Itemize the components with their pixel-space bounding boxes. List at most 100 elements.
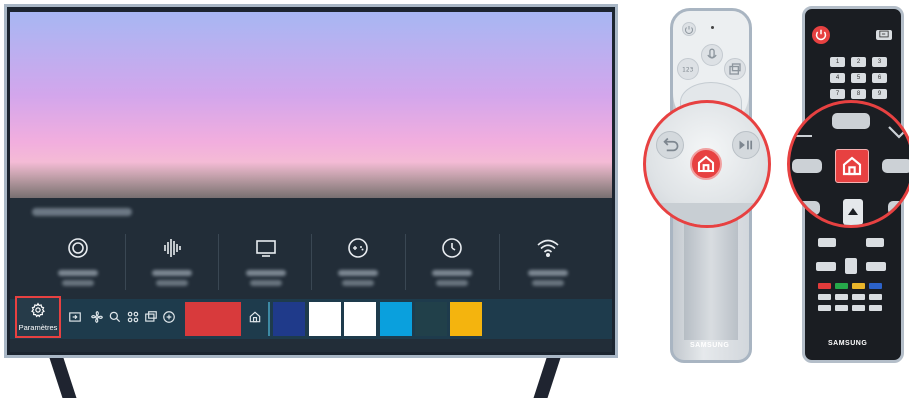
quick-setting-sleep-timer[interactable] <box>406 228 498 304</box>
quick-setting-label <box>338 270 378 276</box>
number-key[interactable]: 2 <box>851 57 866 67</box>
smart-remote-zoom <box>643 100 771 228</box>
number-key[interactable]: 7 <box>830 89 845 99</box>
home-button[interactable] <box>835 149 869 183</box>
display-icon <box>254 236 278 260</box>
app-tile[interactable] <box>185 302 241 336</box>
quick-settings-title <box>32 208 132 216</box>
smart-remote-lower <box>684 220 738 340</box>
settings-button[interactable]: Paramètres <box>15 296 61 338</box>
green-button[interactable] <box>835 283 848 289</box>
blue-button[interactable] <box>869 283 882 289</box>
home-bar-divider <box>268 302 270 336</box>
app-tile[interactable] <box>273 302 305 336</box>
chevron-down-icon[interactable] <box>886 123 909 141</box>
power-button[interactable] <box>682 22 696 36</box>
app-tile[interactable] <box>344 302 376 336</box>
red-button[interactable] <box>818 283 831 289</box>
search-icon[interactable] <box>108 310 122 324</box>
down-arrow-button[interactable] <box>845 258 857 274</box>
quick-setting-label <box>528 270 568 276</box>
yellow-button[interactable] <box>852 283 865 289</box>
number-key[interactable]: 9 <box>872 89 887 99</box>
rewind-button[interactable] <box>818 305 831 311</box>
media-key[interactable] <box>818 294 831 300</box>
quick-setting-game-mode[interactable] <box>312 228 404 304</box>
wifi-icon <box>536 236 560 260</box>
small-key[interactable] <box>866 262 886 271</box>
number-key[interactable]: 4 <box>830 73 845 83</box>
quick-setting-value <box>250 280 282 286</box>
quick-setting-label <box>152 270 192 276</box>
quick-setting-value <box>436 280 468 286</box>
media-key[interactable] <box>835 294 848 300</box>
zoom-key[interactable] <box>798 201 820 215</box>
tv-stand-left-leg <box>49 358 77 398</box>
play-button[interactable] <box>835 305 848 311</box>
app-tile[interactable] <box>309 302 341 336</box>
pause-button[interactable] <box>852 305 865 311</box>
divider <box>218 234 219 290</box>
picture-mode-icon <box>66 236 90 260</box>
home-icon[interactable] <box>248 310 262 324</box>
fast-forward-button[interactable] <box>869 305 882 311</box>
settings-label: Paramètres <box>18 323 58 332</box>
right-arrow-button[interactable] <box>866 238 884 247</box>
quick-setting-sound[interactable] <box>126 228 218 304</box>
tv-stand-right-leg <box>533 358 561 398</box>
number-key[interactable]: 8 <box>851 89 866 99</box>
quick-setting-label <box>246 270 286 276</box>
mic-led <box>711 26 714 29</box>
media-key[interactable] <box>852 294 865 300</box>
quick-setting-label <box>58 270 98 276</box>
quick-setting-label <box>432 270 472 276</box>
ambient-icon[interactable] <box>90 310 104 324</box>
standard-remote-zoom <box>787 100 909 228</box>
voice-button[interactable] <box>701 44 723 66</box>
number-key[interactable]: 1 <box>830 57 845 67</box>
number-key[interactable]: 3 <box>872 57 887 67</box>
app-tile[interactable] <box>415 302 447 336</box>
tv-screen: Paramètres <box>10 12 612 352</box>
zoom-divider <box>790 135 812 137</box>
zoom-key[interactable] <box>882 159 909 173</box>
quick-setting-picture-mode[interactable] <box>32 228 124 304</box>
remote-brand: SAMSUNG <box>828 340 868 347</box>
small-key[interactable] <box>816 262 836 271</box>
source-icon[interactable] <box>68 310 82 324</box>
game-mode-icon <box>346 236 370 260</box>
up-arrow-button[interactable] <box>843 199 863 225</box>
number-key[interactable]: 5 <box>851 73 866 83</box>
quick-setting-network[interactable] <box>502 228 594 304</box>
quick-setting-value <box>156 280 188 286</box>
play-pause-button[interactable] <box>732 131 760 159</box>
tv-plus-icon[interactable] <box>162 310 176 324</box>
power-button[interactable] <box>812 26 830 44</box>
divider <box>499 234 500 290</box>
remote-lower-keys <box>646 203 768 225</box>
media-key[interactable] <box>869 294 882 300</box>
number-key[interactable]: 6 <box>872 73 887 83</box>
multiview-icon[interactable] <box>144 310 158 324</box>
source-button[interactable] <box>876 30 892 40</box>
apps-icon[interactable] <box>126 310 140 324</box>
quick-setting-value <box>532 280 564 286</box>
remote-brand: SAMSUNG <box>690 342 730 349</box>
app-tile[interactable] <box>450 302 482 336</box>
quick-setting-value <box>342 280 374 286</box>
number-pad-button[interactable]: 123 <box>677 58 699 80</box>
quick-setting-value <box>62 280 94 286</box>
gear-icon <box>31 302 45 318</box>
left-arrow-button[interactable] <box>818 238 836 247</box>
multiview-button[interactable] <box>724 58 746 80</box>
zoom-key[interactable] <box>888 201 909 215</box>
back-button[interactable] <box>656 131 684 159</box>
quick-setting-display[interactable] <box>220 228 312 304</box>
zoom-key[interactable] <box>832 113 870 129</box>
app-tile[interactable] <box>380 302 412 336</box>
sound-icon <box>160 236 184 260</box>
zoom-key[interactable] <box>792 159 822 173</box>
home-button[interactable] <box>690 148 722 180</box>
svg-text:123: 123 <box>682 68 693 74</box>
timer-icon <box>440 236 464 260</box>
